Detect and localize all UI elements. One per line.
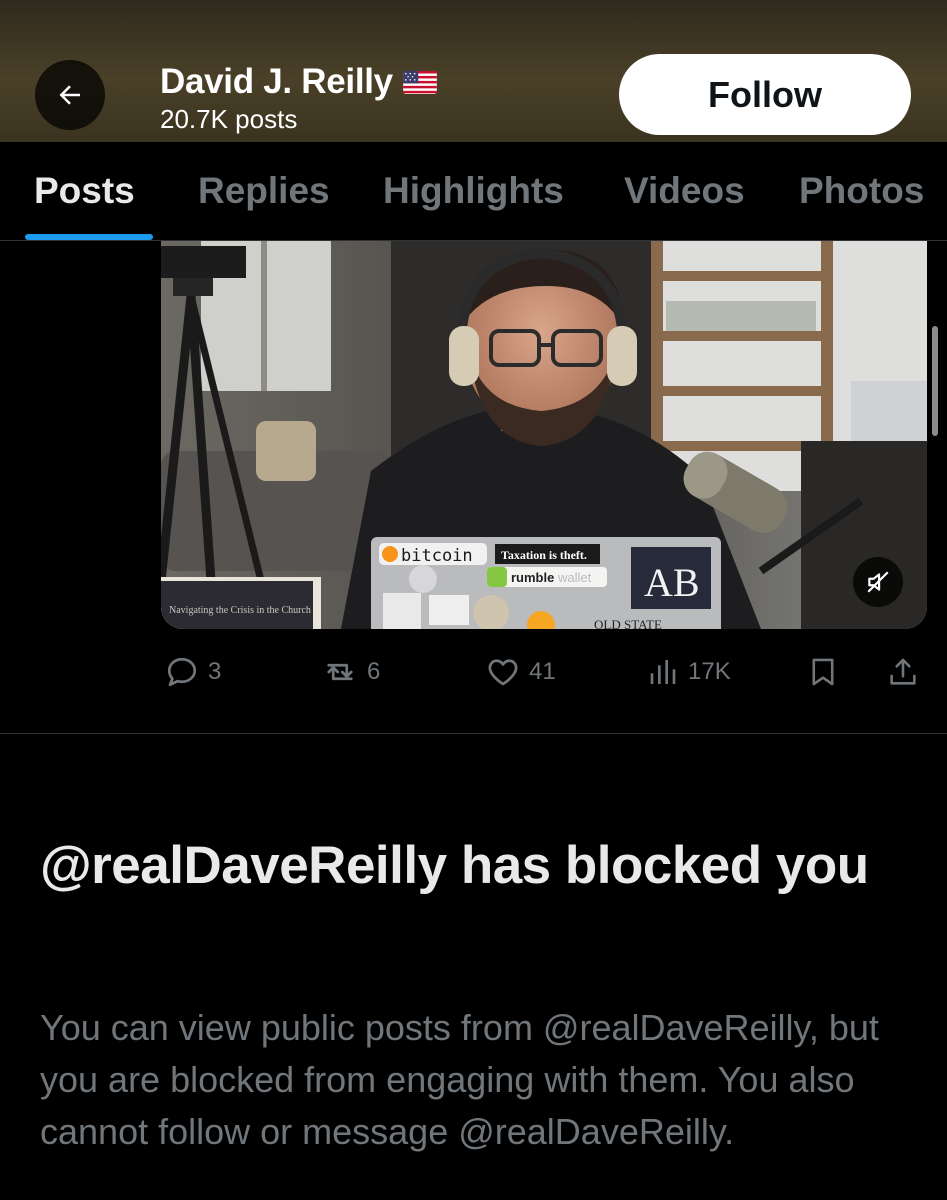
ab-sticker-text: AB — [644, 560, 700, 605]
post-video[interactable]: bitcoin Taxation is theft. rumble wallet… — [161, 241, 927, 629]
bookmark-icon — [812, 658, 834, 686]
blocked-title: @realDaveReilly has blocked you — [40, 836, 869, 895]
views-button[interactable]: 17K — [648, 652, 731, 692]
follow-button[interactable]: Follow — [619, 54, 911, 135]
active-tab-indicator — [25, 234, 153, 240]
profile-title: David J. Reilly 20.7K posts — [160, 62, 437, 135]
taxation-sticker-text: Taxation is theft. — [501, 548, 587, 562]
reply-count: 3 — [208, 658, 222, 685]
divider — [0, 733, 947, 734]
book-text: Navigating the Crisis in the Church — [169, 605, 311, 616]
repost-icon — [327, 663, 353, 681]
muted-speaker-icon — [867, 571, 889, 593]
profile-header: David J. Reilly 20.7K posts Follow — [0, 0, 947, 142]
repost-button[interactable]: 6 — [321, 652, 380, 692]
profile-name: David J. Reilly — [160, 62, 393, 101]
tab-photos[interactable]: Photos — [799, 170, 924, 212]
profile-tabs: Posts Replies Highlights Videos Photos — [0, 142, 947, 241]
back-arrow-icon — [59, 85, 80, 105]
us-flag-icon — [403, 70, 437, 94]
views-icon — [650, 660, 676, 684]
scrollbar[interactable] — [932, 326, 938, 436]
blocked-description: You can view public posts from @realDave… — [40, 1007, 879, 1152]
repost-count: 6 — [367, 658, 381, 685]
rumble-sticker-suffix: wallet — [557, 570, 592, 585]
bookmark-button[interactable] — [806, 652, 840, 692]
like-button[interactable]: 41 — [485, 652, 556, 692]
share-icon — [890, 658, 916, 685]
view-count: 17K — [688, 658, 731, 685]
video-frame: bitcoin Taxation is theft. rumble wallet… — [161, 241, 927, 629]
old-state-sticker-text: OLD STATE — [594, 617, 662, 629]
heart-icon — [488, 659, 518, 686]
reply-icon — [167, 657, 197, 687]
like-count: 41 — [529, 658, 556, 685]
rumble-sticker-text: rumble — [511, 570, 554, 585]
tab-posts[interactable]: Posts — [34, 170, 135, 212]
post-count: 20.7K posts — [160, 104, 298, 134]
mute-button[interactable] — [853, 557, 903, 607]
tab-replies[interactable]: Replies — [198, 170, 330, 212]
bitcoin-sticker-text: bitcoin — [401, 546, 473, 566]
reply-button[interactable]: 3 — [164, 652, 221, 692]
back-button[interactable] — [35, 60, 105, 130]
tab-highlights[interactable]: Highlights — [383, 170, 564, 212]
tab-videos[interactable]: Videos — [624, 170, 745, 212]
share-button[interactable] — [886, 652, 920, 692]
